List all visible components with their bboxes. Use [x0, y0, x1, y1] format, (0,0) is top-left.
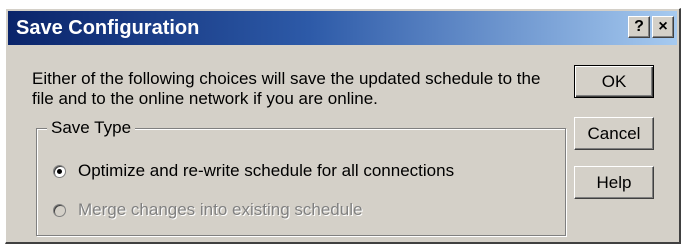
title-bar[interactable]: Save Configuration ? ×: [8, 11, 677, 45]
close-icon[interactable]: ×: [652, 16, 674, 38]
save-type-group: Save Type Optimize and re-write schedule…: [36, 118, 566, 236]
radio-unselected-icon: [53, 203, 66, 217]
radio-optimize-label[interactable]: Optimize and re-write schedule for all c…: [78, 161, 454, 181]
radio-selected-icon[interactable]: [53, 164, 66, 178]
radio-merge-label: Merge changes into existing schedule: [78, 200, 363, 219]
description-text: Either of the following choices will sav…: [32, 69, 541, 108]
radio-merge-changes: Merge changes into existing schedule: [53, 199, 362, 221]
save-configuration-dialog: Save Configuration ? × Either of the fol…: [5, 8, 681, 244]
radio-optimize-rewrite[interactable]: Optimize and re-write schedule for all c…: [53, 160, 454, 182]
cancel-button[interactable]: Cancel: [574, 117, 654, 150]
ok-button[interactable]: OK: [574, 65, 654, 98]
dialog-title: Save Configuration: [16, 17, 200, 39]
help-icon[interactable]: ?: [628, 16, 650, 38]
help-button[interactable]: Help: [574, 166, 654, 199]
save-type-legend: Save Type: [47, 118, 136, 138]
